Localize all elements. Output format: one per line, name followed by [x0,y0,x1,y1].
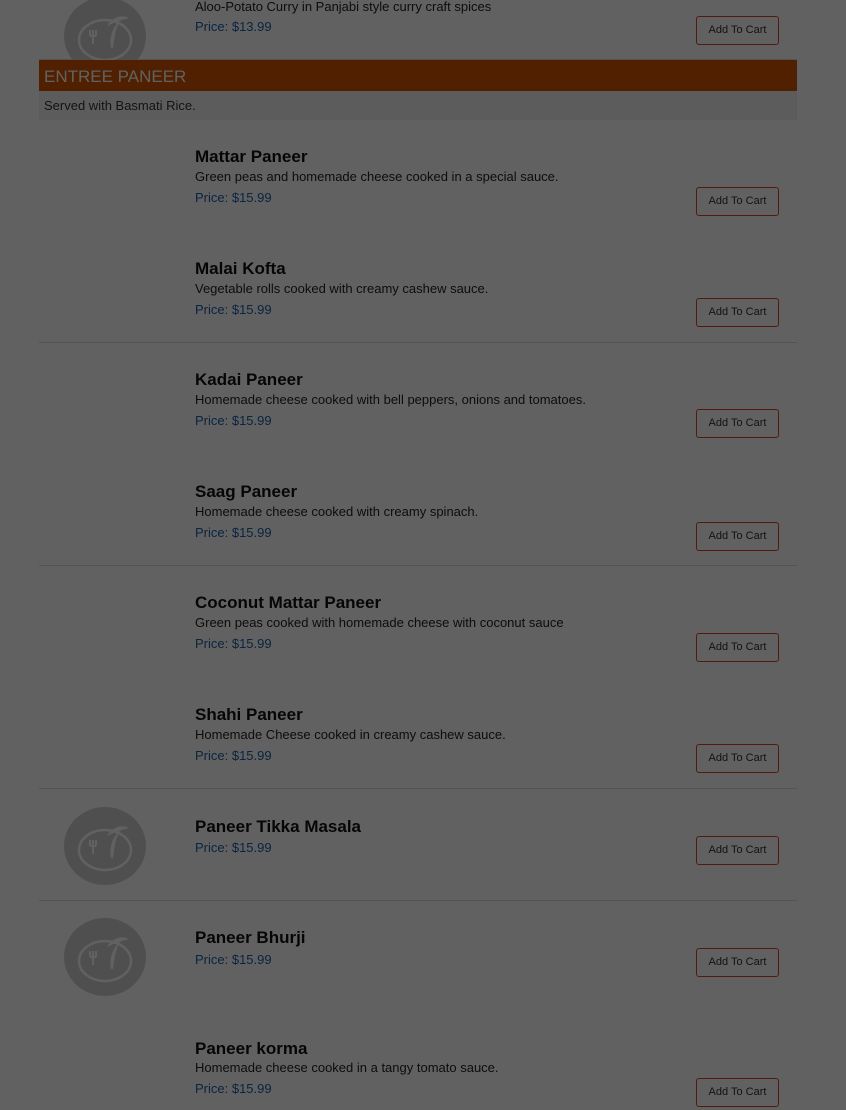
placeholder-food-icon [63,806,147,886]
item-name: Paneer korma [195,1039,308,1058]
add-to-cart-button[interactable]: Add To Cart [696,298,779,327]
item-name: Paneer Tikka Masala [195,817,362,836]
item-price: Price: $15.99 [195,748,272,763]
add-to-cart-button[interactable]: Add To Cart [696,633,779,662]
item-name: Malai Kofta [195,259,286,278]
item-name: Kadai Paneer [195,370,303,389]
item-price: Price: $15.99 [195,1081,272,1096]
item-description: Homemade cheese cooked with bell peppers… [195,392,586,407]
list-item: Paneer korma Homemade cheese cooked in a… [39,1012,797,1110]
list-item: Coconut Mattar Paneer Green peas cooked … [39,566,797,678]
add-to-cart-button[interactable]: Add To Cart [696,836,779,865]
list-item: Shahi Paneer Homemade Cheese cooked in c… [39,677,797,789]
item-price: Price: $15.99 [195,525,272,540]
item-price: Price: $15.99 [195,302,272,317]
item-description: Aloo-Potato Curry in Panjabi style curry… [195,0,492,14]
item-name: Shahi Paneer [195,705,303,724]
add-to-cart-button[interactable]: Add To Cart [696,948,779,977]
item-description: Green peas and homemade cheese cooked in… [195,169,559,184]
list-item: Paneer Tikka Masala Price: $15.99 Add To… [39,789,797,901]
item-name: Paneer Bhurji [195,928,306,947]
item-description: Homemade cheese cooked in a tangy tomato… [195,1060,499,1075]
item-name: Saag Paneer [195,482,298,501]
item-description: Homemade Cheese cooked in creamy cashew … [195,727,506,742]
item-name: Mattar Paneer [195,147,308,166]
item-description: Vegetable rolls cooked with creamy cashe… [195,281,489,296]
add-to-cart-button[interactable]: Add To Cart [696,522,779,551]
item-description: Homemade cheese cooked with creamy spina… [195,504,479,519]
list-item: Saag Paneer Homemade cheese cooked with … [39,454,797,566]
section-title: ENTREE PANEER [39,60,797,91]
item-price: Price: $13.99 [195,19,272,34]
list-item: Paneer Bhurji Price: $15.99 Add To Cart [39,901,797,1013]
add-to-cart-button[interactable]: Add To Cart [696,16,779,45]
list-item: Malai Kofta Vegetable rolls cooked with … [39,231,797,343]
add-to-cart-button[interactable]: Add To Cart [696,1078,779,1107]
item-price: Price: $15.99 [195,413,272,428]
item-description: Green peas cooked with homemade cheese w… [195,615,564,630]
list-item: Aloo-Potato Curry in Panjabi style curry… [39,0,797,75]
list-item: Mattar Paneer Green peas and homemade ch… [39,120,797,232]
item-price: Price: $15.99 [195,636,272,651]
add-to-cart-button[interactable]: Add To Cart [696,187,779,216]
add-to-cart-button[interactable]: Add To Cart [696,744,779,773]
item-price: Price: $15.99 [195,952,272,967]
add-to-cart-button[interactable]: Add To Cart [696,409,779,438]
item-price: Price: $15.99 [195,190,272,205]
item-name: Coconut Mattar Paneer [195,593,382,612]
section-subtitle: Served with Basmati Rice. [39,91,797,120]
placeholder-food-icon [63,917,147,997]
item-price: Price: $15.99 [195,840,272,855]
list-item: Kadai Paneer Homemade cheese cooked with… [39,343,797,455]
